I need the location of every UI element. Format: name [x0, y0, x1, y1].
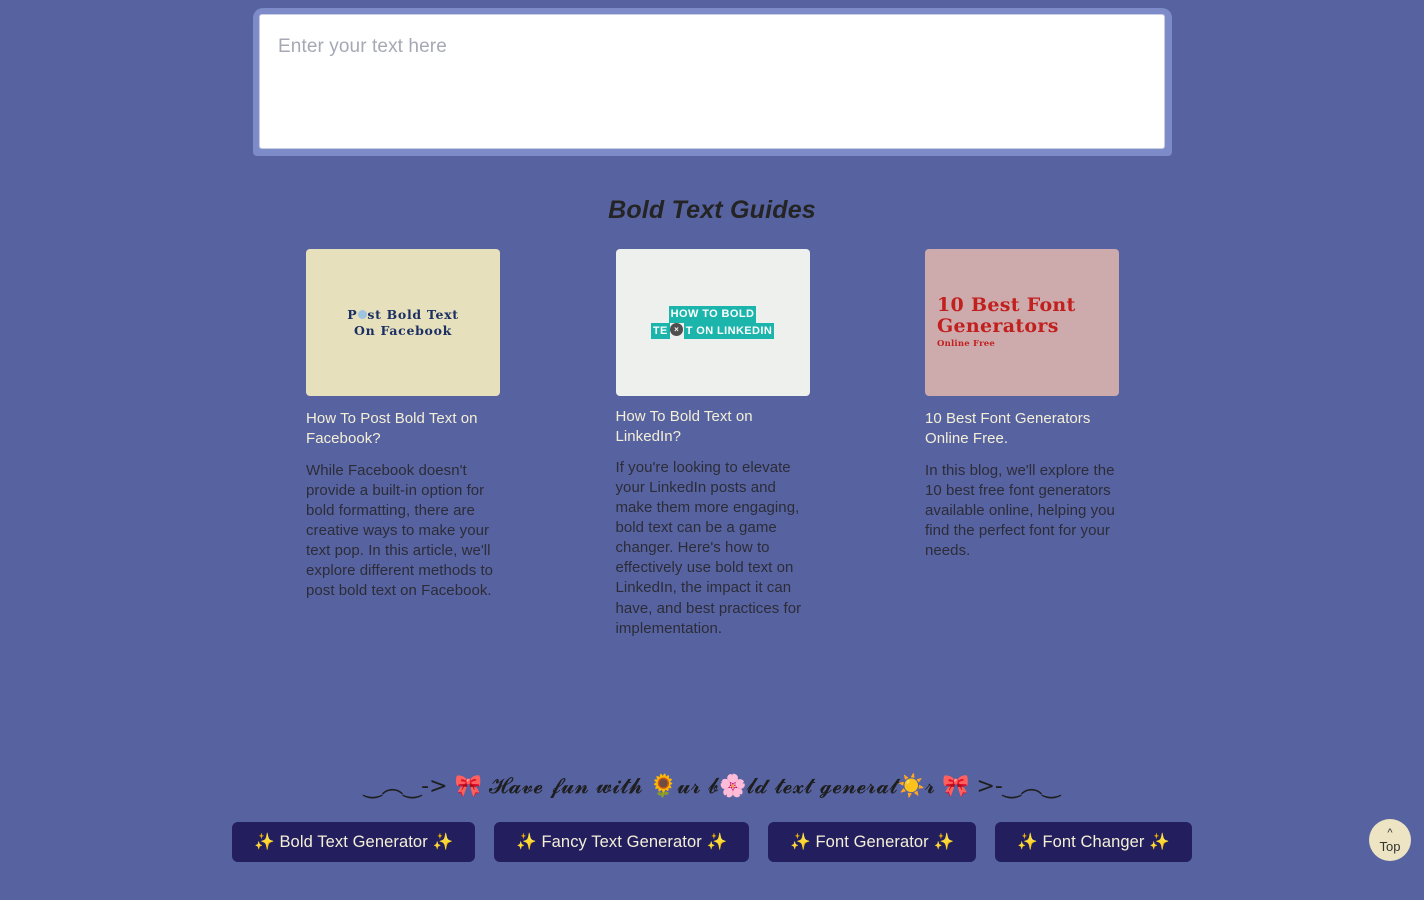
fg-thumb-line1: 10 Best Font: [937, 296, 1119, 315]
text-editor-wrapper: Enter your text here: [253, 8, 1172, 156]
scroll-to-top-label: Top: [1380, 840, 1401, 853]
bold-text-generator-button[interactable]: ✨ Bold Text Generator ✨: [232, 822, 475, 862]
text-input-area[interactable]: Enter your text here: [259, 14, 1165, 149]
linkedin-thumb-line2-a: TE: [651, 323, 670, 340]
linkedin-thumbnail-art: HOW TO BOLD TE×T ON LINKEDIN: [650, 306, 774, 340]
guide-card-title-facebook[interactable]: How To Post Bold Text on Facebook?: [306, 409, 500, 449]
text-input-placeholder: Enter your text here: [278, 35, 1146, 60]
font-generator-button[interactable]: ✨ Font Generator ✨: [768, 822, 976, 862]
guide-card-title-font-generators[interactable]: 10 Best Font Generators Online Free.: [925, 409, 1119, 449]
guide-card-description-facebook: While Facebook doesn't provide a built-i…: [306, 461, 500, 602]
linkedin-thumb-line2-b: T ON LINKEDIN: [684, 323, 774, 340]
guide-card-description-font-generators: In this blog, we'll explore the 10 best …: [925, 461, 1119, 561]
font-generators-thumbnail-art: 10 Best Font Generators Online Free: [925, 296, 1119, 349]
guide-card-description-linkedin: If you're looking to elevate your Linked…: [616, 458, 810, 639]
facebook-logo-dot-icon: [358, 310, 367, 319]
facebook-thumbnail-art: Pst Bold Text On Facebook: [347, 307, 458, 339]
facebook-thumb-line1-before: P: [347, 307, 357, 322]
guide-thumbnail-facebook[interactable]: Pst Bold Text On Facebook: [306, 249, 500, 396]
guide-card-linkedin[interactable]: HOW TO BOLD TE×T ON LINKEDIN How To Bold…: [616, 249, 810, 639]
fg-thumb-line2: Generators: [937, 317, 1119, 336]
scroll-to-top-button[interactable]: ^ Top: [1369, 819, 1411, 861]
guides-section-heading: Bold Text Guides: [0, 196, 1424, 225]
facebook-thumb-line2: On Facebook: [354, 323, 452, 338]
footer-button-row: ✨ Bold Text Generator ✨ ✨ Fancy Text Gen…: [0, 822, 1424, 862]
guides-card-list: Pst Bold Text On Facebook How To Post Bo…: [306, 249, 1119, 639]
guide-thumbnail-linkedin[interactable]: HOW TO BOLD TE×T ON LINKEDIN: [616, 249, 810, 396]
fg-thumb-line3: Online Free: [937, 340, 1119, 349]
guide-card-title-linkedin[interactable]: How To Bold Text on LinkedIn?: [616, 407, 810, 447]
guide-card-font-generators[interactable]: 10 Best Font Generators Online Free 10 B…: [925, 249, 1119, 561]
close-x-icon: ×: [670, 323, 683, 336]
font-changer-button[interactable]: ✨ Font Changer ✨: [995, 822, 1192, 862]
facebook-thumb-line1-after: st Bold Text: [367, 307, 458, 322]
guide-thumbnail-font-generators[interactable]: 10 Best Font Generators Online Free: [925, 249, 1119, 396]
linkedin-thumb-line1: HOW TO BOLD: [669, 306, 757, 323]
footer-decorative-tagline: ‿︵‿-> 🎀 𝓗𝓪𝓿𝓮 𝓯𝓾𝓷 𝔀𝓲𝓽𝓱 🌻𝓾𝓻 𝓫🌸𝓵𝓭 𝓽𝓮𝔁𝓽 𝓰𝓮𝓷𝓮…: [0, 776, 1424, 798]
caret-up-icon: ^: [1387, 828, 1392, 839]
guide-card-facebook[interactable]: Pst Bold Text On Facebook How To Post Bo…: [306, 249, 500, 602]
fancy-text-generator-button[interactable]: ✨ Fancy Text Generator ✨: [494, 822, 749, 862]
